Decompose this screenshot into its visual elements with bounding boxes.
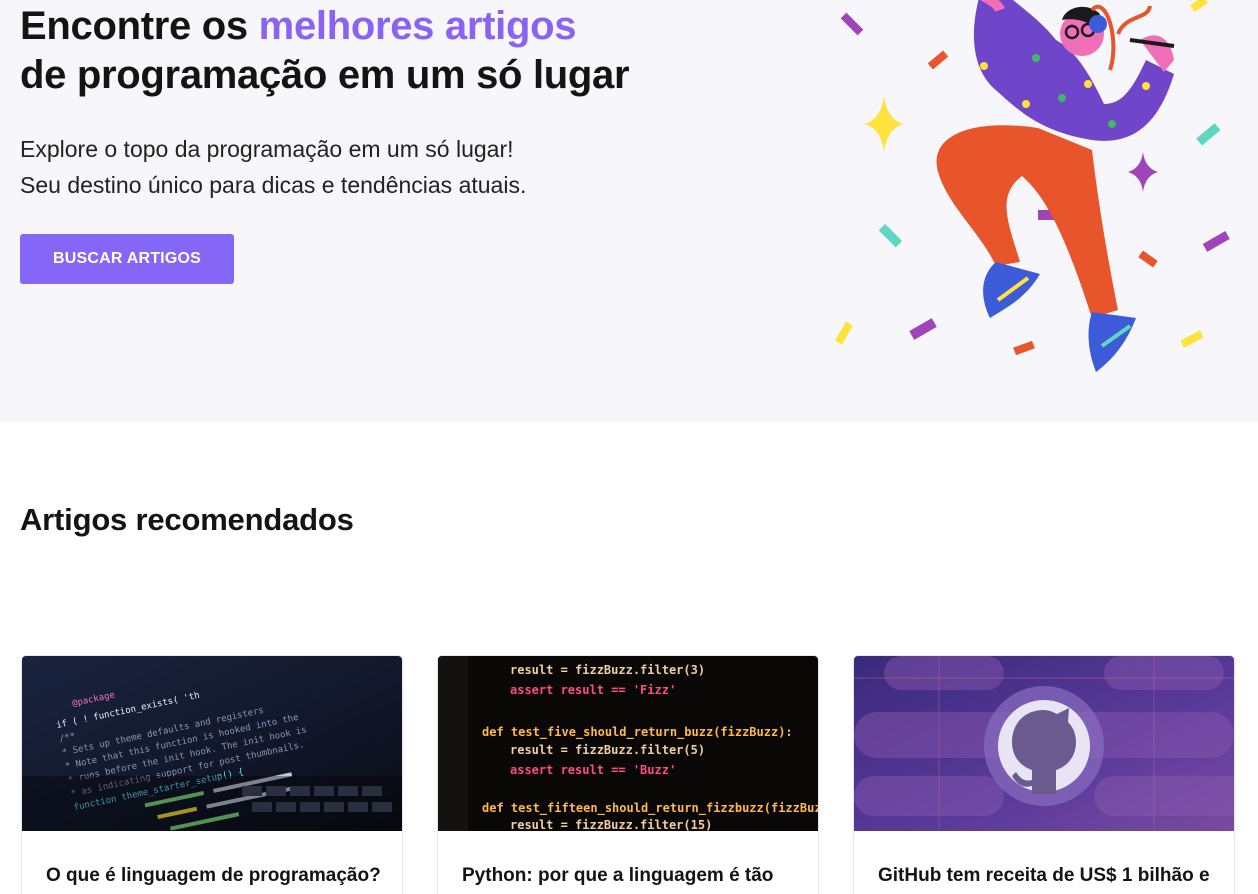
code-line: def test_fifteen_should_return_fizzbuzz(… (482, 801, 818, 816)
dancing-person-illustration-icon (835, 0, 1230, 372)
search-articles-button[interactable]: BUSCAR ARTIGOS (20, 234, 234, 284)
code-line: result = fizzBuzz.filter(3) (510, 663, 705, 677)
code-on-laptop-screen-icon: @package if ( ! function_exists( 'th /**… (22, 656, 402, 831)
code-on-laptop-screen-image: @package if ( ! function_exists( 'th /**… (22, 656, 402, 831)
hero-title-accent: melhores artigos (258, 4, 577, 48)
hero-subtitle-line2: Seu destino único para dicas e tendência… (20, 172, 527, 198)
hero-title-line2: de programação em um só lugar (20, 53, 630, 97)
python-test-code-image: result = fizzBuzz.filter(3) assert resul… (438, 656, 818, 831)
github-octocat-logo-image (854, 656, 1234, 831)
recommended-articles-title: Artigos recomendados (20, 502, 354, 537)
hero-title: Encontre os melhores artigos de programa… (20, 2, 740, 100)
github-octocat-icon (854, 656, 1234, 831)
hero-section: Encontre os melhores artigos de programa… (0, 0, 1258, 422)
code-line: result = fizzBuzz.filter(15) (510, 818, 712, 831)
code-line: result = fizzBuzz.filter(5) (510, 743, 705, 757)
article-card-title[interactable]: GitHub tem receita de US$ 1 bilhão e (878, 864, 1218, 888)
hero-title-prefix: Encontre os (20, 4, 259, 48)
article-card[interactable]: result = fizzBuzz.filter(3) assert resul… (437, 655, 819, 894)
code-line: assert result == 'Buzz' (510, 763, 676, 777)
hero-subtitle: Explore o topo da programação em um só l… (20, 131, 740, 203)
python-test-code-icon: result = fizzBuzz.filter(3) assert resul… (438, 656, 818, 831)
article-card[interactable]: @package if ( ! function_exists( 'th /**… (21, 655, 403, 894)
article-card[interactable]: GitHub tem receita de US$ 1 bilhão e (853, 655, 1235, 894)
hero-subtitle-line1: Explore o topo da programação em um só l… (20, 136, 514, 162)
article-card-title[interactable]: O que é linguagem de programação? (46, 864, 386, 888)
article-card-title[interactable]: Python: por que a linguagem é tão (462, 864, 802, 888)
code-line: def test_five_should_return_buzz(fizzBuz… (482, 725, 793, 740)
code-line: assert result == 'Fizz' (510, 683, 676, 697)
